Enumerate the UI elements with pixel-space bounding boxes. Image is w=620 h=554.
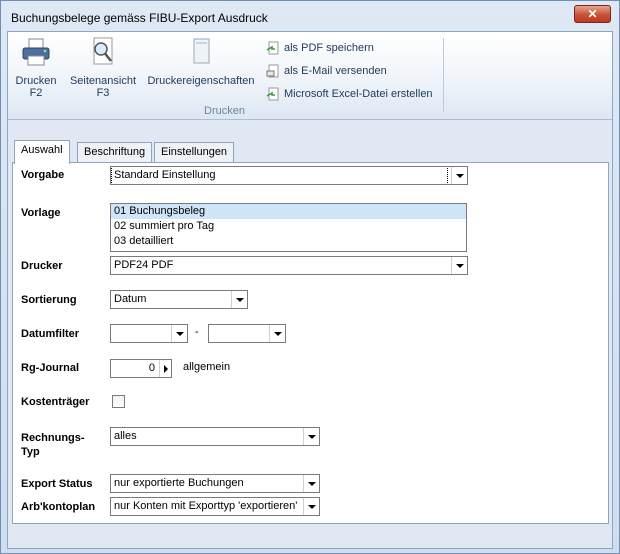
printer-properties-button[interactable]: Druckereigenschaften <box>146 36 256 87</box>
rg-journal-suffix: allgemein <box>183 361 231 373</box>
sortierung-label: Sortierung <box>21 294 77 306</box>
printer-properties-label: Druckereigenschaften <box>147 75 255 87</box>
chevron-down-icon[interactable] <box>451 167 467 184</box>
email-icon <box>266 64 279 78</box>
vorgabe-value: Standard Einstellung <box>111 167 448 184</box>
title-bar: Buchungsbelege gemäss FIBU-Export Ausdru… <box>1 1 619 31</box>
create-excel-link[interactable]: Microsoft Excel-Datei erstellen <box>266 87 433 103</box>
create-excel-label: Microsoft Excel-Datei erstellen <box>284 88 433 100</box>
drucker-select[interactable]: PDF24 PDF <box>110 256 468 275</box>
date-to-select[interactable] <box>208 324 286 343</box>
rg-journal-value: 0 <box>148 362 155 374</box>
chevron-down-icon[interactable] <box>171 325 187 342</box>
chevron-down-icon[interactable] <box>303 498 319 515</box>
print-shortcut: F2 <box>29 87 43 99</box>
rechnungs-typ-label-line2: Typ <box>21 446 40 458</box>
vorgabe-select[interactable]: Standard Einstellung <box>110 166 468 185</box>
printer-icon <box>22 38 50 66</box>
datumfilter-label: Datumfilter <box>21 328 80 340</box>
kostentraeger-checkbox[interactable] <box>112 395 125 408</box>
tab-panel-auswahl: Vorgabe Standard Einstellung Vorlage 01 … <box>12 162 609 524</box>
printer-properties-icon <box>193 38 210 64</box>
chevron-down-icon[interactable] <box>231 291 247 308</box>
chevron-down-icon[interactable] <box>269 325 285 342</box>
export-status-select[interactable]: nur exportierte Buchungen <box>110 474 320 493</box>
sortierung-value: Datum <box>114 293 147 305</box>
tab-einstellungen[interactable]: Einstellungen <box>154 142 235 163</box>
vorlage-listbox[interactable]: 01 Buchungsbeleg 02 summiert pro Tag 03 … <box>110 203 467 252</box>
ribbon-group-label: Drucken <box>204 105 245 117</box>
date-range-separator: - <box>195 326 199 338</box>
chevron-right-icon[interactable] <box>159 360 171 377</box>
sortierung-select[interactable]: Datum <box>110 290 248 309</box>
close-button[interactable]: ✕ <box>574 5 611 23</box>
preview-button[interactable]: Seitenansicht F3 <box>66 36 140 99</box>
chevron-down-icon[interactable] <box>303 475 319 492</box>
rechnungs-typ-label: Rechnungs- Typ <box>21 431 85 459</box>
rechnungs-typ-label-line1: Rechnungs- <box>21 432 85 444</box>
preview-icon <box>93 37 113 65</box>
ribbon: Drucken F2 Seitenansicht F3 Druckereigen… <box>8 32 612 120</box>
drucker-label: Drucker <box>21 260 63 272</box>
chevron-down-icon[interactable] <box>303 428 319 445</box>
send-email-label: als E-Mail versenden <box>284 65 387 77</box>
excel-export-icon <box>266 87 279 101</box>
dialog-client: Drucken F2 Seitenansicht F3 Druckereigen… <box>7 31 613 549</box>
pdf-export-icon <box>266 41 279 55</box>
preview-shortcut: F3 <box>96 87 110 99</box>
kontoplan-value: nur Konten mit Exporttyp 'exportieren' <box>114 500 298 512</box>
date-from-select[interactable] <box>110 324 188 343</box>
rg-journal-label: Rg-Journal <box>21 362 80 374</box>
list-item[interactable]: 03 detailliert <box>111 234 466 249</box>
preview-label: Seitenansicht <box>69 75 137 87</box>
list-item[interactable]: 01 Buchungsbeleg <box>111 204 466 219</box>
ribbon-separator <box>443 38 444 112</box>
chevron-down-icon[interactable] <box>451 257 467 274</box>
tab-auswahl[interactable]: Auswahl <box>14 140 70 164</box>
dialog-window: Buchungsbelege gemäss FIBU-Export Ausdru… <box>0 0 620 554</box>
save-pdf-link[interactable]: als PDF speichern <box>266 41 374 57</box>
rechnungs-typ-select[interactable]: alles <box>110 427 320 446</box>
vorlage-label: Vorlage <box>21 207 61 219</box>
export-status-label: Export Status <box>21 478 93 490</box>
send-email-link[interactable]: als E-Mail versenden <box>266 64 387 80</box>
drucker-value: PDF24 PDF <box>114 259 174 271</box>
window-title: Buchungsbelege gemäss FIBU-Export Ausdru… <box>11 11 268 25</box>
vorgabe-label: Vorgabe <box>21 169 65 181</box>
kontoplan-label: Arb'kontoplan <box>21 501 96 513</box>
kostentraeger-label: Kostenträger <box>21 396 90 408</box>
rechnungs-typ-value: alles <box>114 430 137 442</box>
print-button[interactable]: Drucken F2 <box>14 36 58 99</box>
tab-beschriftung[interactable]: Beschriftung <box>77 142 153 163</box>
export-status-value: nur exportierte Buchungen <box>114 477 244 489</box>
save-pdf-label: als PDF speichern <box>284 42 374 54</box>
rg-journal-spinner[interactable]: 0 <box>110 359 172 378</box>
kontoplan-select[interactable]: nur Konten mit Exporttyp 'exportieren' <box>110 497 320 516</box>
print-label: Drucken <box>15 75 57 87</box>
list-item[interactable]: 02 summiert pro Tag <box>111 219 466 234</box>
